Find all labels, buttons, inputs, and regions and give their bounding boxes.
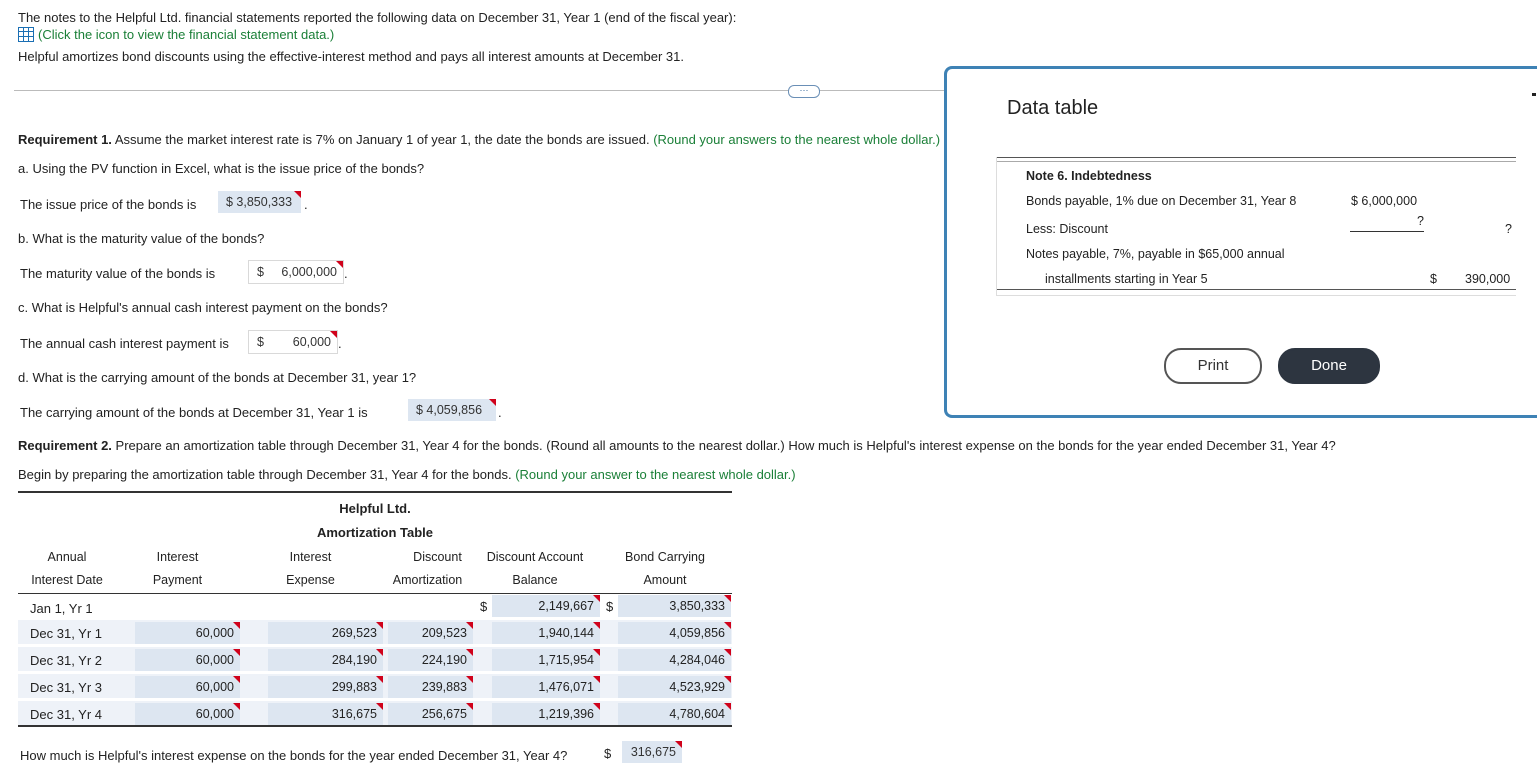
row-date: Dec 31, Yr 2 bbox=[30, 653, 103, 668]
table-company: Helpful Ltd. bbox=[339, 501, 411, 516]
issue-price-input[interactable]: $ 3,850,333 bbox=[218, 191, 301, 213]
amortization-cell[interactable]: 224,190 bbox=[388, 649, 473, 671]
requirement-2: Requirement 2. Prepare an amortization t… bbox=[18, 438, 1336, 453]
expense-cell[interactable]: 284,190 bbox=[268, 649, 383, 671]
net-bonds-value: ? bbox=[1505, 222, 1512, 236]
dollar-sign: $ bbox=[606, 599, 614, 614]
done-button[interactable]: Done bbox=[1278, 348, 1380, 384]
balance-cell[interactable]: 1,940,144 bbox=[492, 622, 600, 644]
intro-method-text: Helpful amortizes bond discounts using t… bbox=[18, 49, 685, 64]
popup-rule-bottom bbox=[996, 289, 1516, 290]
interest-expense-input[interactable]: 316,675 bbox=[622, 741, 682, 763]
balance-cell[interactable]: 1,715,954 bbox=[492, 649, 600, 671]
payment-cell[interactable]: 60,000 bbox=[135, 622, 240, 644]
final-question: How much is Helpful's interest expense o… bbox=[20, 748, 568, 763]
financial-data-link-label[interactable]: (Click the icon to view the financial st… bbox=[38, 27, 334, 42]
carrying-cell[interactable]: 4,780,604 bbox=[618, 703, 731, 725]
table-icon[interactable] bbox=[18, 27, 34, 42]
carrying-cell[interactable]: 4,059,856 bbox=[618, 622, 731, 644]
payment-cell[interactable]: 60,000 bbox=[135, 649, 240, 671]
payment-cell[interactable]: 60,000 bbox=[135, 703, 240, 725]
question-c: c. What is Helpful's annual cash interes… bbox=[18, 300, 388, 315]
maturity-value-input[interactable]: $6,000,000 bbox=[248, 260, 344, 284]
notes-payable-label: Notes payable, 7%, payable in $65,000 an… bbox=[1026, 247, 1285, 261]
header-payment: Interest Payment bbox=[152, 550, 203, 587]
carrying-cell[interactable]: 4,284,046 bbox=[618, 649, 731, 671]
expense-cell[interactable]: 316,675 bbox=[268, 703, 383, 725]
expand-more-button[interactable]: ⋯ bbox=[788, 85, 820, 98]
expense-cell[interactable]: 269,523 bbox=[268, 622, 383, 644]
row-date: Jan 1, Yr 1 bbox=[30, 601, 93, 616]
requirement-1: Requirement 1. Assume the market interes… bbox=[18, 132, 941, 147]
row-date: Dec 31, Yr 3 bbox=[30, 680, 103, 695]
installments-label: installments starting in Year 5 bbox=[1045, 272, 1208, 286]
carrying-cell[interactable]: 3,850,333 bbox=[618, 595, 731, 617]
maturity-value-label: The maturity value of the bonds is bbox=[20, 266, 216, 281]
note-heading: Note 6. Indebtedness bbox=[1026, 169, 1152, 183]
header-balance: Discount Account Balance bbox=[486, 550, 584, 587]
header-expense: Interest Expense bbox=[286, 550, 335, 587]
table-top-rule bbox=[18, 491, 732, 493]
data-table-popup: Data table Note 6. Indebtedness Bonds pa… bbox=[944, 66, 1537, 418]
popup-title: Data table bbox=[1007, 97, 1099, 119]
close-icon[interactable] bbox=[1532, 93, 1536, 96]
cash-interest-input[interactable]: $60,000 bbox=[248, 330, 338, 354]
requirement-2-begin: Begin by preparing the amortization tabl… bbox=[18, 467, 796, 482]
balance-cell[interactable]: 1,476,071 bbox=[492, 676, 600, 698]
header-rule bbox=[18, 593, 732, 594]
notes-payable-value: 390,000 bbox=[1465, 272, 1511, 286]
row-date: Dec 31, Yr 1 bbox=[30, 626, 103, 641]
balance-cell[interactable]: 2,149,667 bbox=[492, 595, 600, 617]
balance-cell[interactable]: 1,219,396 bbox=[492, 703, 600, 725]
question-b: b. What is the maturity value of the bon… bbox=[18, 231, 265, 246]
bonds-payable-label: Bonds payable, 1% due on December 31, Ye… bbox=[1026, 194, 1297, 208]
amortization-cell[interactable]: 239,883 bbox=[388, 676, 473, 698]
cash-interest-label: The annual cash interest payment is bbox=[20, 336, 229, 351]
question-a: a. Using the PV function in Excel, what … bbox=[18, 161, 425, 176]
financial-data-link[interactable]: (Click the icon to view the financial st… bbox=[18, 27, 334, 42]
print-button[interactable]: Print bbox=[1164, 348, 1262, 384]
dollar-sign: $ bbox=[604, 746, 612, 761]
question-d: d. What is the carrying amount of the bo… bbox=[18, 370, 417, 385]
dollar-sign: $ bbox=[480, 599, 488, 614]
discount-value: ? bbox=[1417, 214, 1424, 228]
header-carrying: Bond Carrying Amount bbox=[625, 550, 705, 587]
carrying-amount-label: The carrying amount of the bonds at Dece… bbox=[20, 405, 368, 420]
header-date: Annual Interest Date bbox=[31, 550, 103, 587]
table-title: Amortization Table bbox=[316, 525, 434, 540]
expense-cell[interactable]: 299,883 bbox=[268, 676, 383, 698]
discount-label: Less: Discount bbox=[1026, 222, 1108, 236]
dollar-sign: $ bbox=[1430, 272, 1437, 286]
row-date: Dec 31, Yr 4 bbox=[30, 707, 103, 722]
header-amortization: Discount Amortization bbox=[392, 550, 463, 587]
bonds-payable-value: $ 6,000,000 bbox=[1351, 194, 1418, 208]
carrying-amount-input[interactable]: $ 4,059,856 bbox=[408, 399, 496, 421]
table-bottom-rule bbox=[18, 725, 732, 727]
intro-text: The notes to the Helpful Ltd. financial … bbox=[18, 10, 737, 25]
payment-cell[interactable]: 60,000 bbox=[135, 676, 240, 698]
amortization-cell[interactable]: 209,523 bbox=[388, 622, 473, 644]
amortization-cell[interactable]: 256,675 bbox=[388, 703, 473, 725]
issue-price-label: The issue price of the bonds is bbox=[20, 197, 197, 212]
carrying-cell[interactable]: 4,523,929 bbox=[618, 676, 731, 698]
popup-rule-top bbox=[996, 157, 1516, 158]
